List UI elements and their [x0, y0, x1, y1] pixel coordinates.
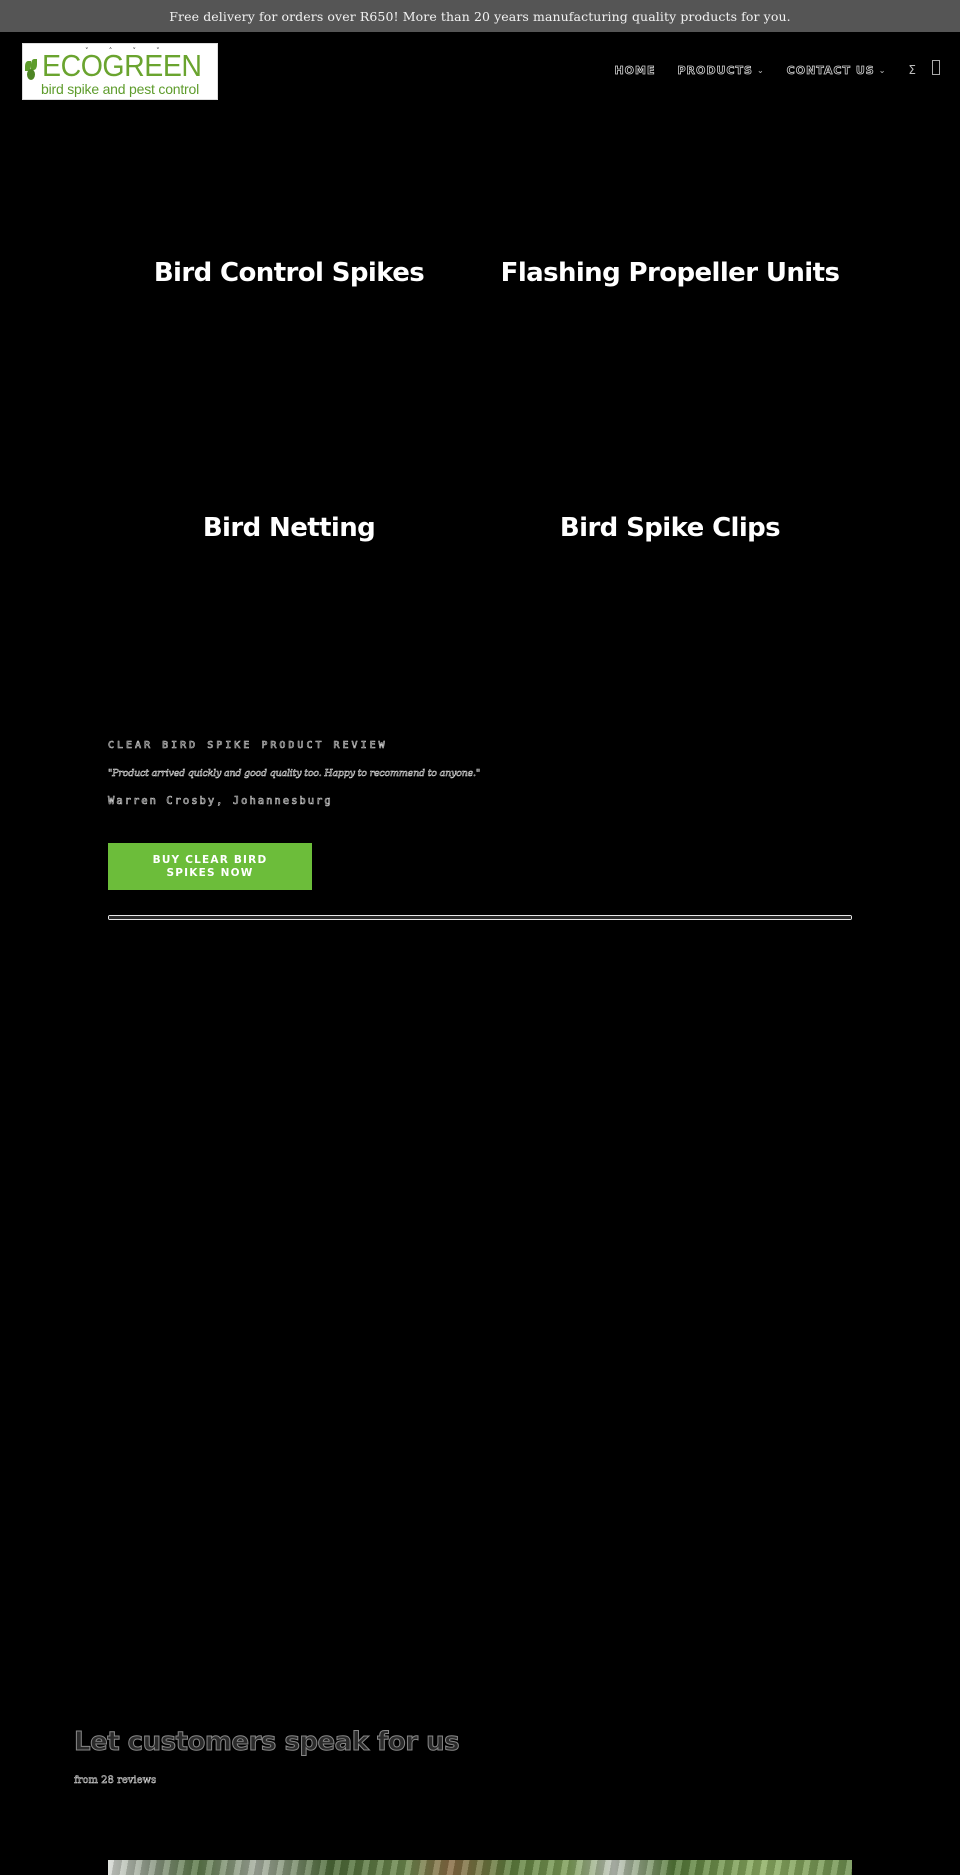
review-quote: "Product arrived quickly and good qualit…: [108, 768, 481, 780]
announcement-text: Free delivery for orders over R650! More…: [169, 8, 791, 24]
logo[interactable]: ˅ ˄ ˅ ˅ ECOGREEN bird spike and pest con…: [22, 43, 218, 100]
announcement-bar: Free delivery for orders over R650! More…: [0, 0, 960, 32]
nav-home-label: HOME: [614, 63, 656, 77]
logo-wordmark: ECOGREEN: [42, 47, 202, 83]
cart-icon[interactable]: [932, 59, 940, 75]
slideshow-progress-bar[interactable]: [108, 915, 852, 920]
nav-contact-us[interactable]: CONTACT US ⌄: [786, 63, 887, 77]
logo-tagline: bird spike and pest control: [40, 80, 200, 97]
category-bird-control-spikes[interactable]: Bird Control Spikes: [99, 258, 479, 288]
review-author: Warren Crosby, Johannesburg: [108, 795, 333, 808]
review-photo: [108, 1860, 852, 1875]
reviews-count: from 28 reviews: [74, 1775, 157, 1787]
category-bird-spike-clips[interactable]: Bird Spike Clips: [480, 513, 860, 543]
main-nav: HOME PRODUCTS ⌄ CONTACT US ⌄ Σ: [592, 59, 940, 80]
leaf-icon: [24, 58, 40, 81]
slideshow-progress-fill: [109, 916, 851, 919]
nav-contact-label: CONTACT US: [786, 63, 875, 77]
nav-products-label: PRODUCTS: [677, 63, 753, 77]
nav-products[interactable]: PRODUCTS ⌄: [677, 63, 765, 77]
buy-clear-bird-spikes-button[interactable]: BUY CLEAR BIRD SPIKES NOW: [108, 843, 312, 890]
chevron-down-icon: ⌄: [878, 65, 887, 75]
logo-top: ECOGREEN: [24, 49, 215, 81]
chevron-down-icon: ⌄: [756, 65, 765, 75]
reviews-section-title: Let customers speak for us: [73, 1727, 460, 1758]
review-heading: CLEAR BIRD SPIKE PRODUCT REVIEW: [108, 740, 388, 752]
category-bird-netting[interactable]: Bird Netting: [99, 513, 479, 543]
site-header: ˅ ˄ ˅ ˅ ECOGREEN bird spike and pest con…: [0, 32, 960, 112]
nav-home[interactable]: HOME: [614, 63, 656, 77]
account-icon[interactable]: Σ: [908, 63, 916, 77]
category-flashing-propeller-units[interactable]: Flashing Propeller Units: [480, 258, 860, 288]
featured-review: CLEAR BIRD SPIKE PRODUCT REVIEW "Product…: [108, 740, 852, 808]
